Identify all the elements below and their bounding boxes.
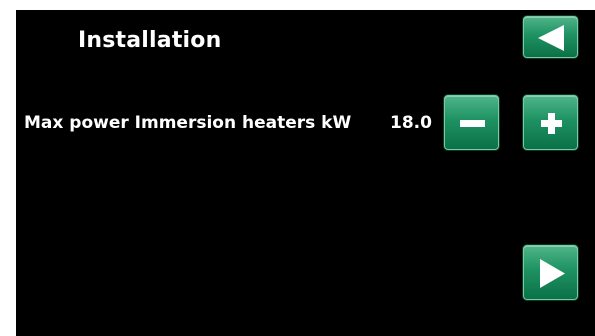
- plus-icon: [541, 113, 562, 134]
- triangle-right-icon: [540, 259, 565, 288]
- increase-button[interactable]: [523, 95, 578, 150]
- minus-icon: [460, 120, 485, 127]
- next-button[interactable]: [523, 245, 578, 300]
- device-frame: Installation Max power Immersion heaters…: [0, 0, 595, 336]
- triangle-left-icon: [538, 25, 564, 51]
- display-screen: Installation Max power Immersion heaters…: [16, 10, 595, 336]
- page-title: Installation: [78, 28, 222, 53]
- back-button[interactable]: [523, 16, 578, 58]
- parameter-value: 18.0: [390, 113, 432, 133]
- decrease-button[interactable]: [444, 95, 499, 150]
- parameter-label: Max power Immersion heaters kW: [24, 113, 352, 133]
